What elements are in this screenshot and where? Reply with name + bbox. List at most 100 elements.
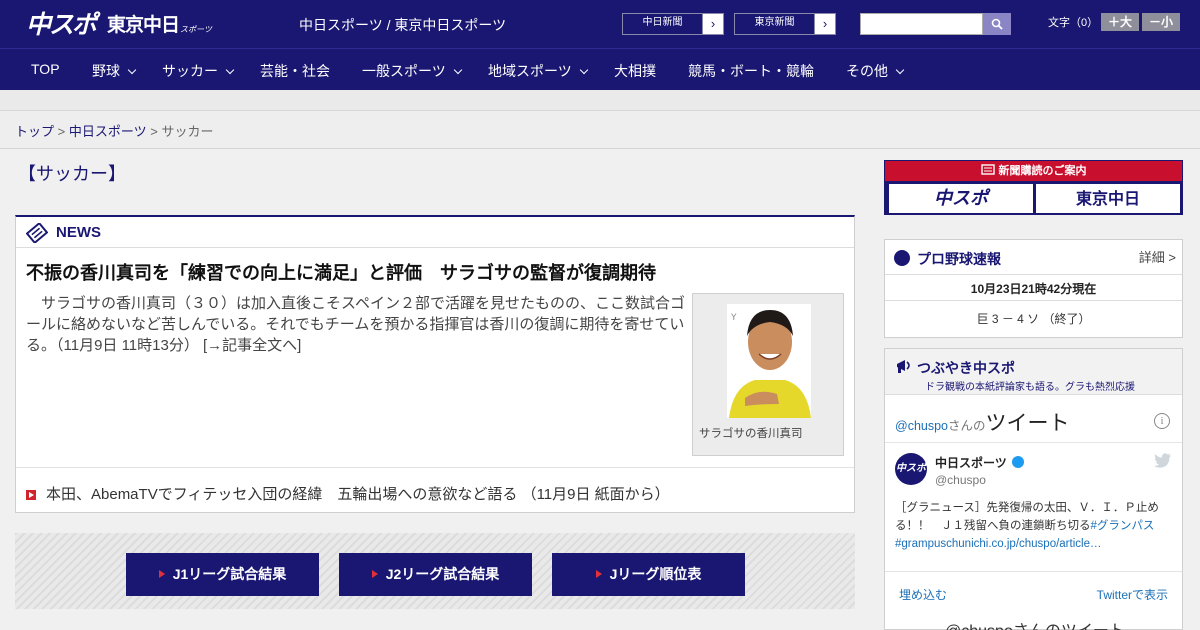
logo-chuspo: 中スポ [26,10,97,39]
baseball-icon [894,250,910,266]
triangle-icon [158,570,165,578]
divider [885,442,1182,443]
league-links-bar: J1リーグ試合結果 J2リーグ試合結果 Jリーグ順位表 [15,533,855,609]
tokyo-shimbun-button[interactable]: 東京新聞 › [734,13,836,35]
chevron-right-icon: › [710,16,716,31]
divider [16,467,854,468]
tweet-hashtag[interactable]: #グランパス [1091,520,1155,532]
site-logo[interactable]: 中スポ 東京中日 スポーツ [26,6,212,40]
j1-results-button[interactable]: J1リーグ試合結果 [126,553,319,596]
divider [885,300,1182,301]
news-headline[interactable]: 不振の香川真司を「練習での向上に満足」と評価 サラゴサの監督が復調期待 [26,259,656,285]
breadcrumb-top[interactable]: トップ [15,124,54,139]
nav-label: 競馬・ボート・競輪 [688,63,814,79]
pro-baseball-box: プロ野球速報 詳細 > 10月23日21時42分現在 巨 3 － 4 ソ （終了… [884,239,1183,338]
game-score[interactable]: 巨 3 － 4 ソ （終了） [885,310,1182,327]
chunichi-shimbun-label: 中日新聞 [623,14,703,34]
twitter-box-title: つぶやき中スポ [917,360,1015,376]
nav-label: サッカー [162,63,218,79]
chevron-down-icon [895,65,905,75]
nav-label: 一般スポーツ [362,63,446,79]
breadcrumb-separator: > [57,124,66,139]
avatar[interactable]: 中スポ [895,453,927,485]
player-photo: Y [693,294,843,422]
news-box: NEWS 不振の香川真司を「練習での向上に満足」と評価 サラゴサの監督が復調期待… [15,215,855,513]
triangle-icon [595,570,602,578]
search-input[interactable] [860,13,983,35]
font-larger-button[interactable]: ＋大 [1101,13,1139,31]
info-icon[interactable]: i [1154,413,1170,429]
page-title: 【サッカー】 [18,164,126,184]
tweet-link[interactable]: #grampuschunichi.co.jp/chuspo/article… [895,538,1101,550]
tweet-user-name[interactable]: 中日スポーツ [935,454,1024,471]
nav-label: 芸能・社会 [260,63,330,79]
nav-label: 地域スポーツ [488,63,572,79]
nav-item-soccer[interactable]: サッカー [162,61,235,81]
j-league-standings-button[interactable]: Jリーグ順位表 [552,553,745,596]
subscription-banner: 新聞購読のご案内 中スポ 東京中日 [884,160,1183,215]
news-summary-text: サラゴサの香川真司（３０）は加入直後こそスペイン２部で活躍を見せたものの、ここ数… [26,295,685,354]
twitter-box-subtitle: ドラ観戦の本紙評論家も語る。グラも熱烈応援 [925,382,1135,393]
subscription-title: 新聞購読のご案内 [885,161,1182,181]
twitter-bird-icon[interactable] [1154,453,1172,468]
nav-item-baseball[interactable]: 野球 [92,61,137,81]
tweet-user-handle[interactable]: @chuspo [935,473,986,487]
verified-badge-icon [1011,456,1024,468]
tokyo-shimbun-label: 東京新聞 [735,14,815,34]
logo-sports-small: スポーツ [180,24,212,34]
j2-results-button[interactable]: J2リーグ試合結果 [339,553,532,596]
chunichi-shimbun-button[interactable]: 中日新聞 › [622,13,724,35]
main-nav: TOP 野球 サッカー 芸能・社会 一般スポーツ 地域スポーツ 大相撲 競馬・ボ… [0,48,1200,90]
tokyo-chunichi-subscribe-button[interactable]: 東京中日 [1036,184,1180,213]
font-smaller-button[interactable]: －小 [1142,13,1180,31]
subscription-title-text: 新聞購読のご案内 [998,165,1087,177]
breadcrumb-separator: > [150,124,158,139]
nav-item-local-sports[interactable]: 地域スポーツ [488,61,588,81]
nav-label: 野球 [92,63,120,79]
chevron-down-icon [579,65,588,75]
chevron-down-icon [127,65,137,75]
nav-item-racing[interactable]: 競馬・ボート・競輪 [688,61,814,81]
tweet-embed-label: ツイート [985,412,1070,435]
button-label: J2リーグ試合結果 [385,566,500,582]
nav-item-other[interactable]: その他 [846,61,905,81]
tweet-user-name-text: 中日スポーツ [935,456,1007,470]
button-label: J1リーグ試合結果 [172,566,287,582]
chuspo-subscribe-button[interactable]: 中スポ [889,184,1033,213]
font-size-label: 文字（0） [1048,17,1099,29]
embed-link[interactable]: 埋め込む [899,586,947,603]
related-news-text: 本田、AbemaTVでフィテッセ入団の経緯 五輪出場への意欲など語る （11月9… [46,486,670,503]
nav-item-entertainment[interactable]: 芸能・社会 [260,61,330,81]
read-more-link[interactable]: [→記事全文へ] [203,337,301,354]
nav-item-top[interactable]: TOP [31,61,60,77]
baseball-detail-link[interactable]: 詳細 > [1139,247,1176,266]
divider [885,274,1182,275]
chevron-down-icon [225,65,235,75]
related-news-item[interactable]: 本田、AbemaTVでフィテッセ入団の経緯 五輪出場への意欲など語る （11月9… [26,483,670,504]
breadcrumb-bar: トップ > 中日スポーツ > サッカー [0,111,1200,149]
svg-text:Y: Y [730,313,737,323]
news-label: NEWS [56,224,101,241]
tweet-embed-title: @chuspoさんのツイート [895,407,1070,437]
site-name[interactable]: 中日スポーツ / 東京中日スポーツ [299,15,506,35]
search-icon [991,18,1003,30]
nav-item-sumo[interactable]: 大相撲 [614,61,656,81]
photo-caption: サラゴサの香川真司 [699,428,803,440]
chevron-right-icon: › [822,16,828,31]
newspaper-icon [980,164,995,175]
newspaper-icon [26,223,48,243]
nav-item-general-sports[interactable]: 一般スポーツ [362,61,462,81]
twitter-box-header: つぶやき中スポ ドラ観戦の本紙評論家も語る。グラも熱烈応援 [885,349,1182,395]
play-bullet-icon [26,490,36,500]
chevron-down-icon [453,65,462,75]
tweet-embed-handle[interactable]: @chuspo [895,419,948,433]
view-on-twitter-link[interactable]: Twitterで表示 [1097,586,1168,603]
logo-tokyo-chunichi: 東京中日 [107,13,180,36]
pro-baseball-title: プロ野球速報 [917,251,1001,267]
news-photo-card[interactable]: Y サラゴサの香川真司 [692,293,844,456]
nav-label: TOP [31,61,60,77]
search-button[interactable] [983,13,1011,35]
breadcrumb-chunichi-sports[interactable]: 中日スポーツ [69,124,147,139]
score-timestamp: 10月23日21時42分現在 [970,282,1097,296]
nav-label: その他 [846,63,888,79]
